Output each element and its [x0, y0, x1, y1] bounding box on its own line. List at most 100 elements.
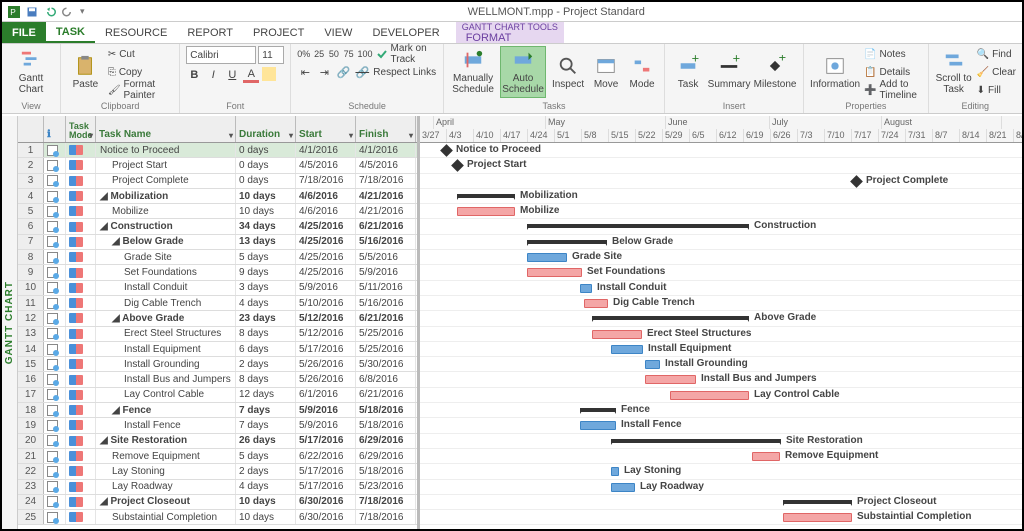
- gantt-row[interactable]: Mobilization: [420, 189, 1022, 204]
- inspect-button[interactable]: Inspect: [550, 46, 586, 98]
- row-finish[interactable]: 6/21/2016: [356, 388, 416, 402]
- row-finish[interactable]: 6/21/2016: [356, 311, 416, 325]
- gantt-row[interactable]: Below Grade: [420, 235, 1022, 250]
- row-finish[interactable]: 5/25/2016: [356, 342, 416, 356]
- task-bar[interactable]: [584, 299, 608, 308]
- clear-button[interactable]: 🧹Clear: [977, 64, 1016, 80]
- row-start[interactable]: 4/25/2016: [296, 235, 356, 249]
- row-name[interactable]: Set Foundations: [96, 265, 236, 279]
- tab-resource[interactable]: RESOURCE: [95, 22, 177, 43]
- row-mode[interactable]: [66, 235, 96, 249]
- summary-bar[interactable]: [783, 500, 852, 504]
- row-finish[interactable]: 4/21/2016: [356, 189, 416, 203]
- row-info[interactable]: [44, 357, 66, 371]
- row-mode[interactable]: [66, 357, 96, 371]
- row-name[interactable]: Install Equipment: [96, 342, 236, 356]
- summary-bar[interactable]: [527, 224, 749, 228]
- row-mode[interactable]: [66, 418, 96, 432]
- row-dur[interactable]: 34 days: [236, 219, 296, 233]
- row-dur[interactable]: 0 days: [236, 174, 296, 188]
- font-size-combo[interactable]: 11: [258, 46, 284, 64]
- row-info[interactable]: [44, 296, 66, 310]
- row-info[interactable]: [44, 327, 66, 341]
- gantt-row[interactable]: Lay Stoning: [420, 464, 1022, 479]
- tab-format[interactable]: FORMAT: [456, 32, 564, 43]
- col-dur-header[interactable]: Duration▾: [236, 116, 296, 142]
- tab-file[interactable]: FILE: [2, 22, 46, 43]
- gantt-row[interactable]: Site Restoration: [420, 434, 1022, 449]
- row-start[interactable]: 4/5/2016: [296, 158, 356, 172]
- italic-button[interactable]: I: [205, 67, 221, 83]
- row-id[interactable]: 12: [18, 311, 44, 325]
- row-finish[interactable]: 7/18/2016: [356, 174, 416, 188]
- row-finish[interactable]: 5/30/2016: [356, 357, 416, 371]
- gantt-row[interactable]: Install Conduit: [420, 281, 1022, 296]
- row-mode[interactable]: [66, 434, 96, 448]
- row-name[interactable]: ◢ Above Grade: [96, 311, 236, 325]
- row-mode[interactable]: [66, 296, 96, 310]
- row-id[interactable]: 23: [18, 480, 44, 494]
- undo-icon[interactable]: [44, 6, 56, 18]
- row-mode[interactable]: [66, 311, 96, 325]
- summary-bar[interactable]: [592, 316, 749, 320]
- row-mode[interactable]: [66, 510, 96, 524]
- row-id[interactable]: 18: [18, 403, 44, 417]
- table-row[interactable]: 3Project Complete0 days7/18/20167/18/201…: [18, 174, 417, 189]
- row-mode[interactable]: [66, 265, 96, 279]
- row-id[interactable]: 15: [18, 357, 44, 371]
- row-name[interactable]: ◢ Project Closeout: [96, 495, 236, 509]
- row-start[interactable]: 5/9/2016: [296, 281, 356, 295]
- row-name[interactable]: Install Conduit: [96, 281, 236, 295]
- row-start[interactable]: 6/30/2016: [296, 495, 356, 509]
- row-name[interactable]: ◢ Below Grade: [96, 235, 236, 249]
- gantt-row[interactable]: Dig Cable Trench: [420, 296, 1022, 311]
- table-row[interactable]: 21Remove Equipment5 days6/22/20166/29/20…: [18, 449, 417, 464]
- row-info[interactable]: [44, 510, 66, 524]
- row-dur[interactable]: 7 days: [236, 418, 296, 432]
- row-name[interactable]: Lay Control Cable: [96, 388, 236, 402]
- row-id[interactable]: 25: [18, 510, 44, 524]
- row-id[interactable]: 10: [18, 281, 44, 295]
- information-button[interactable]: Information: [810, 46, 860, 98]
- row-start[interactable]: 4/6/2016: [296, 204, 356, 218]
- row-id[interactable]: 21: [18, 449, 44, 463]
- row-mode[interactable]: [66, 204, 96, 218]
- row-id[interactable]: 6: [18, 219, 44, 233]
- table-row[interactable]: 15Install Grounding2 days5/26/20165/30/2…: [18, 357, 417, 372]
- gantt-row[interactable]: Set Foundations: [420, 265, 1022, 280]
- row-mode[interactable]: [66, 403, 96, 417]
- details-button[interactable]: 📋Details: [864, 64, 922, 80]
- gantt-row[interactable]: Install Fence: [420, 418, 1022, 433]
- tab-view[interactable]: VIEW: [314, 22, 362, 43]
- row-mode[interactable]: [66, 495, 96, 509]
- task-bar[interactable]: [527, 253, 567, 262]
- manually-schedule-button[interactable]: Manually Schedule: [450, 46, 496, 98]
- row-finish[interactable]: 5/25/2016: [356, 327, 416, 341]
- table-row[interactable]: 11Dig Cable Trench4 days5/10/20165/16/20…: [18, 296, 417, 311]
- col-info-header[interactable]: ℹ: [44, 116, 66, 142]
- pct50-button[interactable]: 50: [328, 46, 340, 62]
- table-row[interactable]: 7◢ Below Grade13 days4/25/20165/16/2016: [18, 235, 417, 250]
- table-row[interactable]: 1Notice to Proceed0 days4/1/20164/1/2016: [18, 143, 417, 158]
- scroll-to-task-button[interactable]: Scroll to Task: [935, 46, 973, 98]
- table-row[interactable]: 18◢ Fence7 days5/9/20165/18/2016: [18, 403, 417, 418]
- row-id[interactable]: 20: [18, 434, 44, 448]
- row-name[interactable]: Project Start: [96, 158, 236, 172]
- summary-button[interactable]: +Summary: [709, 46, 749, 98]
- row-info[interactable]: [44, 189, 66, 203]
- col-fin-header[interactable]: Finish▾: [356, 116, 416, 142]
- row-finish[interactable]: 5/11/2016: [356, 281, 416, 295]
- row-info[interactable]: [44, 143, 66, 157]
- row-finish[interactable]: 6/29/2016: [356, 434, 416, 448]
- task-bar[interactable]: [611, 345, 643, 354]
- respect-links-button[interactable]: Respect Links: [373, 64, 436, 80]
- row-id[interactable]: 2: [18, 158, 44, 172]
- row-start[interactable]: 5/17/2016: [296, 342, 356, 356]
- row-dur[interactable]: 7 days: [236, 403, 296, 417]
- row-info[interactable]: [44, 265, 66, 279]
- row-name[interactable]: Remove Equipment: [96, 449, 236, 463]
- row-info[interactable]: [44, 388, 66, 402]
- task-button[interactable]: +Task: [671, 46, 705, 98]
- move-button[interactable]: Move: [590, 46, 622, 98]
- row-finish[interactable]: 7/18/2016: [356, 495, 416, 509]
